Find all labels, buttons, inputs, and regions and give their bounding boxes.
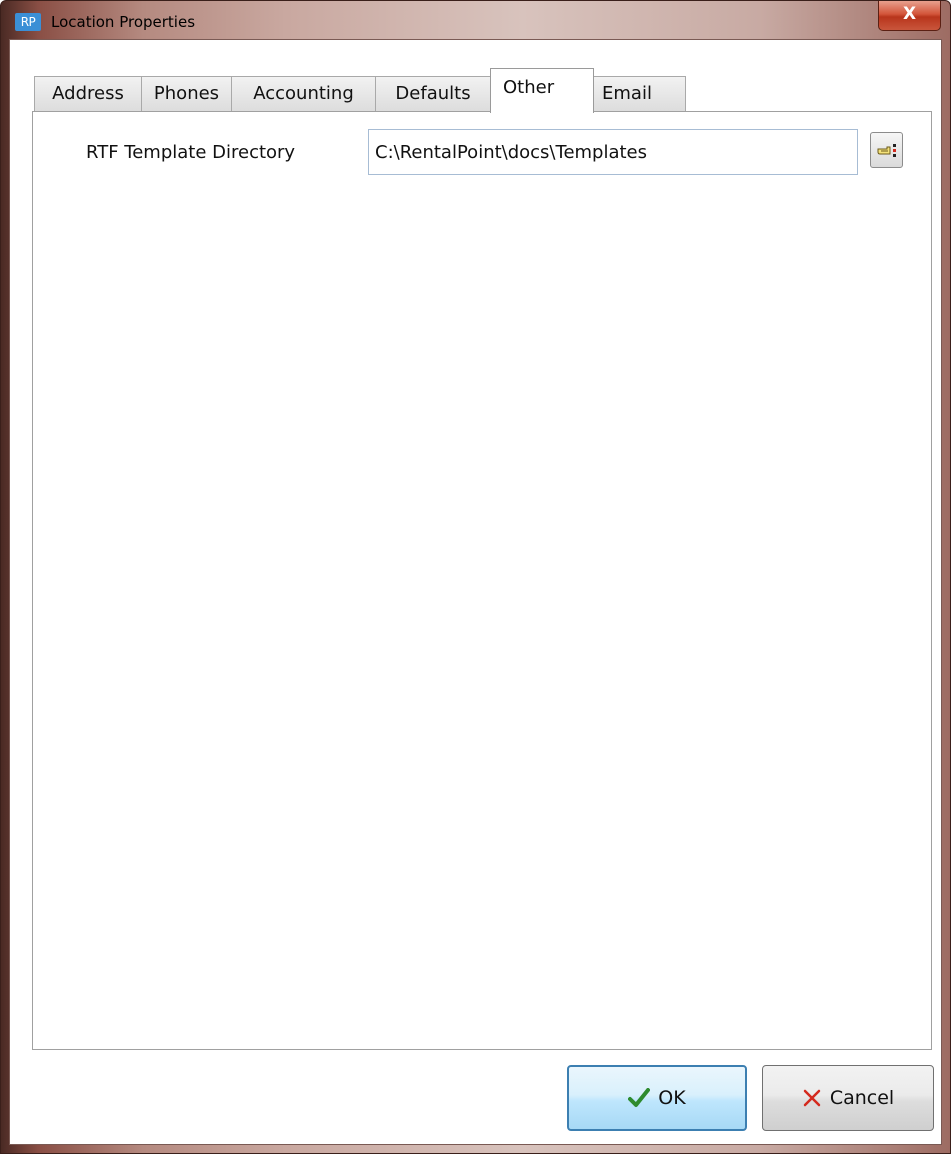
check-icon — [628, 1088, 651, 1108]
title-bar[interactable]: RP Location Properties X — [1, 1, 950, 39]
close-button[interactable]: X — [878, 1, 941, 31]
app-icon: RP — [15, 13, 41, 31]
rtf-template-directory-label: RTF Template Directory — [86, 142, 296, 163]
ok-button[interactable]: OK — [567, 1065, 747, 1131]
pointing-hand-icon — [877, 144, 896, 157]
tab-panel-other: RTF Template Directory — [32, 111, 932, 1050]
ok-button-label: OK — [658, 1087, 686, 1109]
x-icon — [802, 1088, 822, 1108]
tab-accounting[interactable]: Accounting — [231, 76, 376, 112]
cancel-button-label: Cancel — [829, 1087, 895, 1109]
browse-directory-button[interactable] — [870, 132, 903, 168]
dialog-window: RP Location Properties X Address Phones … — [0, 0, 951, 1154]
cancel-button[interactable]: Cancel — [762, 1065, 934, 1131]
tab-other[interactable]: Other — [490, 68, 594, 113]
window-title: Location Properties — [51, 13, 196, 31]
tab-email[interactable]: Email — [593, 76, 686, 112]
dialog-client-area: Address Phones Accounting Defaults Other… — [9, 39, 942, 1145]
tab-defaults[interactable]: Defaults — [375, 76, 491, 112]
tab-address[interactable]: Address — [34, 76, 142, 112]
rtf-template-directory-input[interactable] — [368, 129, 858, 175]
tab-phones[interactable]: Phones — [141, 76, 232, 112]
